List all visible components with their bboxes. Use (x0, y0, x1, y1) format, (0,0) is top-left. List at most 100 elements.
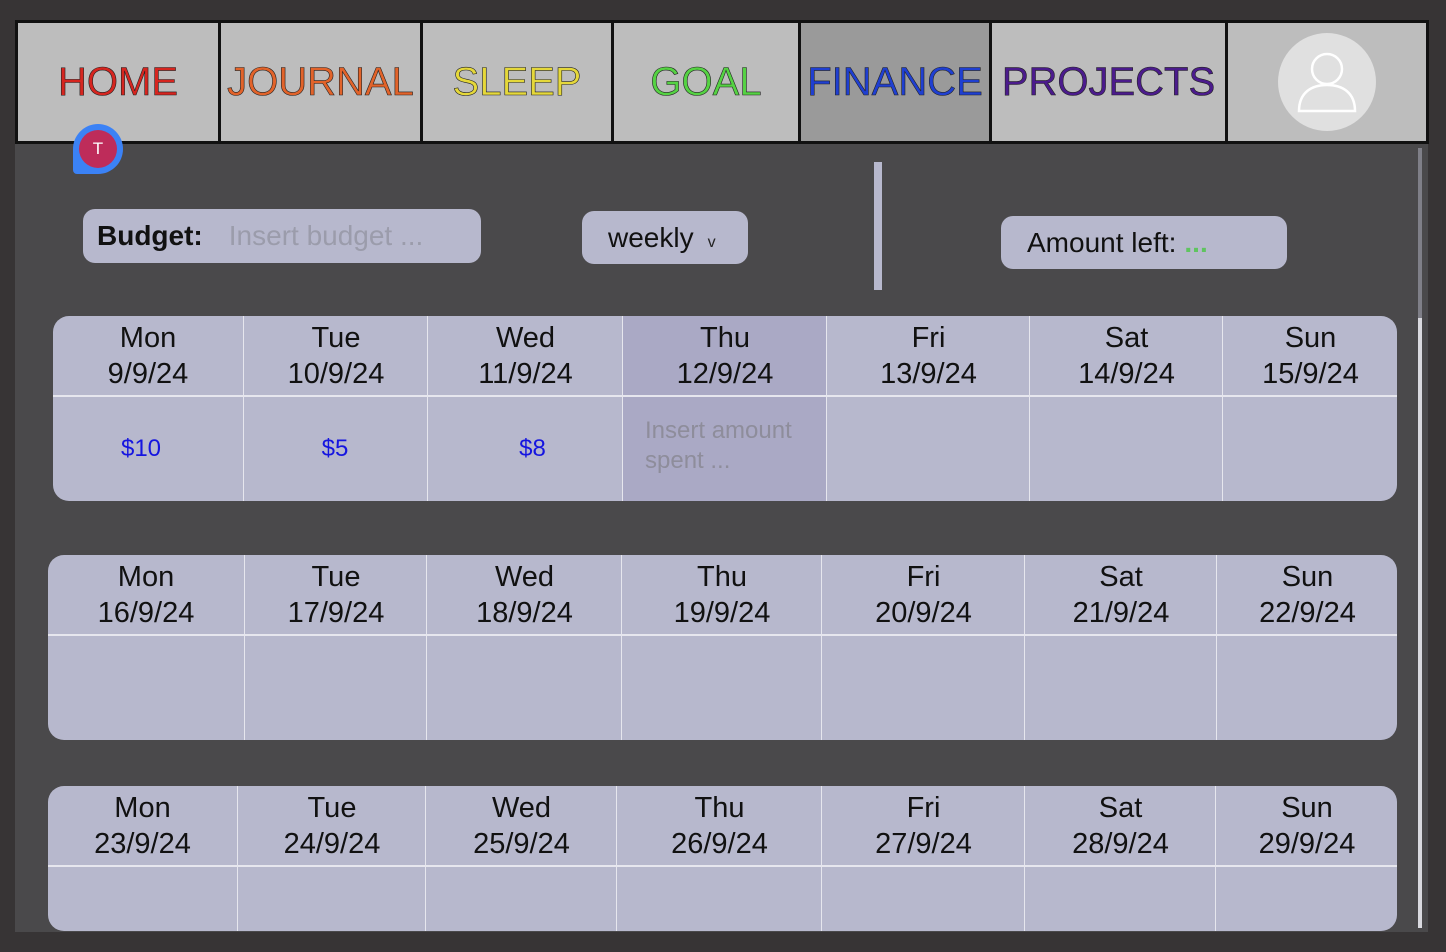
day-name: Fri (911, 321, 946, 354)
tab-home[interactable]: HOME (18, 23, 221, 141)
day-column-fri: Fri 27/9/24 (821, 786, 1025, 931)
amount-cell[interactable] (827, 396, 1030, 501)
day-name: Sat (1104, 321, 1149, 354)
amount-spent: $8 (519, 434, 546, 462)
day-header: Wed 11/9/24 (428, 316, 623, 395)
amount-cell[interactable] (1216, 866, 1397, 931)
day-date: 23/9/24 (94, 827, 191, 860)
day-column-thu: Thu 19/9/24 (621, 555, 822, 740)
day-header: Tue 17/9/24 (245, 555, 427, 634)
top-nav: HOME JOURNAL SLEEP GOAL FINANCE PROJECTS (15, 20, 1429, 144)
day-column-fri: Fri 20/9/24 (821, 555, 1025, 740)
amount-cell[interactable] (1217, 635, 1397, 740)
chat-bubble-icon[interactable]: T (73, 124, 123, 174)
day-header: Thu 12/9/24 (623, 316, 827, 395)
tab-projects[interactable]: PROJECTS (992, 23, 1228, 141)
user-avatar-icon (1278, 33, 1376, 131)
amount-cell[interactable] (48, 635, 244, 740)
amount-cell[interactable] (822, 635, 1025, 740)
day-column-thu: Thu 12/9/24 Insert amount spent ... (622, 316, 827, 501)
day-header: Tue 24/9/24 (238, 786, 426, 865)
tab-finance[interactable]: FINANCE (801, 23, 992, 141)
scrollbar-thumb[interactable] (1418, 148, 1422, 318)
budget-label: Budget: (97, 220, 203, 251)
amount-cell[interactable] (1223, 396, 1397, 501)
amount-cell[interactable] (245, 635, 427, 740)
day-header: Sun 15/9/24 (1223, 316, 1397, 395)
day-name: Wed (495, 321, 556, 354)
amount-cell[interactable]: $5 (244, 396, 428, 501)
header-divider (53, 395, 1397, 397)
day-column-sun: Sun 15/9/24 (1222, 316, 1397, 501)
amount-cell[interactable]: $10 (53, 396, 243, 501)
amount-input[interactable]: Insert amount spent ... (623, 416, 827, 476)
day-name: Fri (906, 560, 941, 593)
day-column-mon: Mon 16/9/24 (48, 555, 244, 740)
day-date: 10/9/24 (287, 357, 385, 390)
day-name: Sun (1284, 321, 1337, 354)
day-header: Fri 13/9/24 (827, 316, 1030, 395)
day-column-fri: Fri 13/9/24 (826, 316, 1030, 501)
amount-cell[interactable] (426, 866, 617, 931)
budget-field: Budget: (83, 209, 481, 263)
day-header: Fri 27/9/24 (822, 786, 1025, 865)
day-date: 27/9/24 (875, 827, 972, 860)
amount-cell[interactable] (1030, 396, 1223, 501)
amount-spent: $5 (321, 434, 349, 462)
amount-cell[interactable]: Insert amount spent ... (623, 396, 827, 501)
amount-cell[interactable] (1025, 866, 1216, 931)
day-name: Wed (491, 791, 552, 824)
amount-cell[interactable] (48, 866, 237, 931)
tab-journal[interactable]: JOURNAL (221, 23, 423, 141)
day-column-wed: Wed 25/9/24 (425, 786, 617, 931)
amount-cell[interactable] (427, 635, 622, 740)
period-value: weekly (608, 221, 694, 253)
day-name: Sat (1099, 560, 1143, 593)
week-table: Mon 16/9/24 Tue 17/9/24 Wed 18/9/24 Thu 19/9/24… (48, 555, 1397, 740)
day-column-thu: Thu 26/9/24 (616, 786, 822, 931)
day-date: 11/9/24 (478, 357, 573, 390)
day-header: Thu 19/9/24 (622, 555, 822, 634)
header-divider (48, 634, 1397, 636)
day-column-wed: Wed 11/9/24 $8 (427, 316, 623, 501)
day-column-sat: Sat 21/9/24 (1024, 555, 1217, 740)
day-column-sun: Sun 22/9/24 (1216, 555, 1397, 740)
day-date: 19/9/24 (673, 596, 771, 629)
day-date: 29/9/24 (1258, 827, 1356, 860)
day-header: Wed 25/9/24 (426, 786, 617, 865)
day-name: Thu (694, 791, 745, 824)
day-name: Sat (1098, 791, 1143, 824)
amount-cell[interactable] (617, 866, 822, 931)
amount-cell[interactable] (1025, 635, 1217, 740)
day-column-mon: Mon 9/9/24 $10 (53, 316, 243, 501)
divider (874, 162, 882, 290)
amount-cell[interactable] (622, 635, 822, 740)
day-date: 24/9/24 (283, 827, 381, 860)
day-date: 20/9/24 (875, 596, 972, 629)
day-date: 26/9/24 (671, 827, 768, 860)
day-name: Tue (311, 560, 361, 593)
tab-goal[interactable]: GOAL (614, 23, 801, 141)
amount-cell[interactable] (238, 866, 426, 931)
day-name: Sun (1281, 791, 1333, 824)
day-column-mon: Mon 23/9/24 (48, 786, 237, 931)
day-header: Sat 28/9/24 (1025, 786, 1216, 865)
day-name: Thu (697, 560, 747, 593)
budget-input[interactable] (226, 219, 461, 253)
amount-cell[interactable] (822, 866, 1025, 931)
day-date: 25/9/24 (473, 827, 570, 860)
amount-cell[interactable]: $8 (428, 396, 623, 501)
day-header: Fri 20/9/24 (822, 555, 1025, 634)
week-table: Mon 9/9/24 $10 Tue 10/9/24 $5 Wed 11/9/24 $8 Thu 1… (53, 316, 1397, 501)
day-header: Mon 9/9/24 (53, 316, 243, 395)
period-select[interactable]: weekly v (582, 211, 748, 264)
day-date: 18/9/24 (476, 596, 573, 629)
day-name: Mon (117, 560, 175, 593)
day-column-tue: Tue 17/9/24 (244, 555, 427, 740)
amount-spent: $10 (120, 434, 162, 462)
tab-sleep[interactable]: SLEEP (423, 23, 614, 141)
profile-button[interactable] (1228, 23, 1426, 141)
day-date: 17/9/24 (287, 596, 385, 629)
day-column-sat: Sat 14/9/24 (1029, 316, 1223, 501)
chevron-down-icon: v (707, 233, 716, 251)
